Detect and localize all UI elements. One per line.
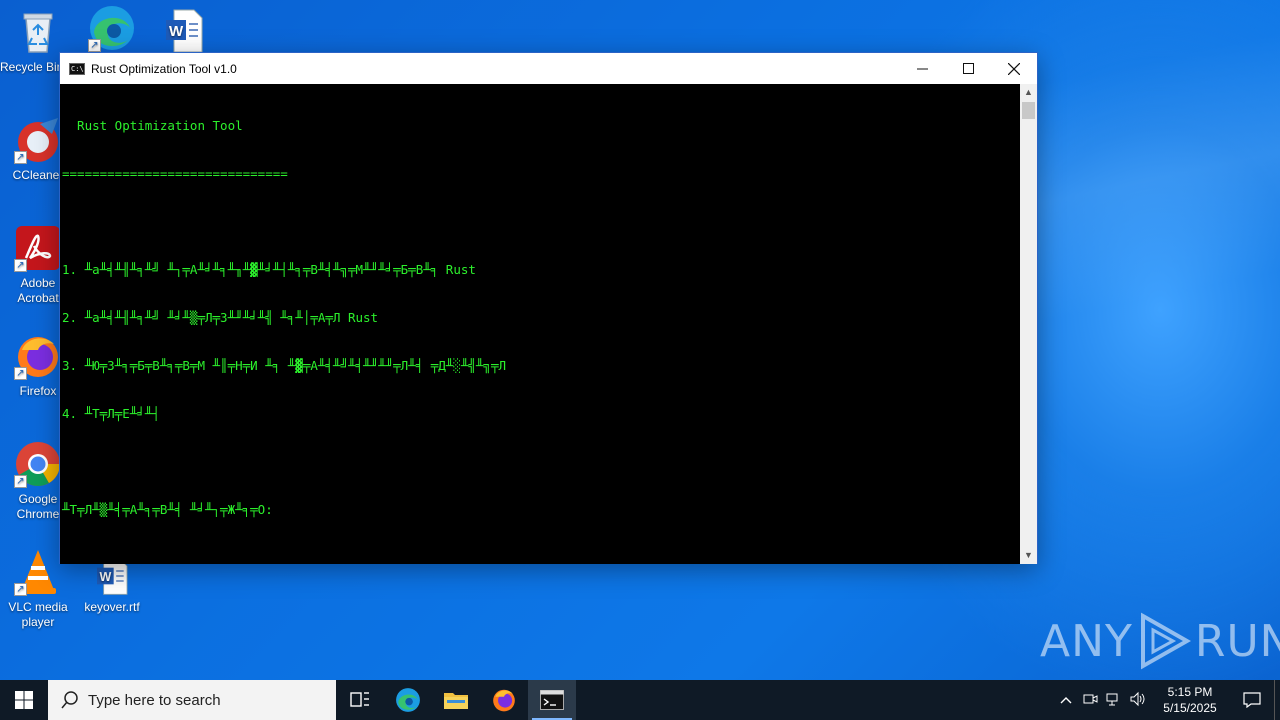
edge-icon xyxy=(396,688,420,712)
show-hidden-icons-chevron-icon[interactable] xyxy=(1054,693,1078,707)
system-tray: 5:15 PM 5/15/2025 xyxy=(1054,680,1280,720)
recycle-bin-icon xyxy=(14,8,62,56)
task-view-icon xyxy=(350,692,369,707)
windows-logo-icon xyxy=(15,691,33,709)
scroll-thumb[interactable] xyxy=(1022,102,1035,119)
taskbar-clock[interactable]: 5:15 PM 5/15/2025 xyxy=(1150,684,1230,716)
console-prompt: ╨Т╤Л╨▒╨╡╤А╨╕╤В╨╡ ╨╛╨┐╤Ж╨╕╤О: xyxy=(62,502,273,517)
desktop-icon-label: keyover.rtf xyxy=(84,600,140,614)
scroll-up-arrow-icon[interactable]: ▲ xyxy=(1020,84,1037,101)
window-title: Rust Optimization Tool v1.0 xyxy=(91,61,237,76)
window-titlebar[interactable]: C:\ Rust Optimization Tool v1.0 xyxy=(60,53,1037,84)
console-icon xyxy=(540,690,564,710)
watermark-play-icon xyxy=(1140,612,1191,670)
console-line: 1. ╨а╨╡╨╢╨╕╨╝ ╨┐╤А╨╛╨╕╨╖╨▓╨╛╨┤╨╕╤В╨╡╨╗╤М… xyxy=(62,262,476,277)
desktop-icon-label: Recycle Bin xyxy=(0,60,62,74)
shortcut-arrow-icon: ↗ xyxy=(14,367,27,380)
shortcut-arrow-icon: ↗ xyxy=(14,259,27,272)
watermark-left-text: ANY xyxy=(1040,615,1133,667)
maximize-button[interactable] xyxy=(945,53,991,84)
console-line: 4. ╨Т╤Л╤Е╨╛╨┤ xyxy=(62,406,160,421)
taskbar-console-button[interactable] xyxy=(528,680,576,720)
taskbar: Type here to search 5:15 PM 5/15/2025 xyxy=(0,680,1280,720)
shortcut-arrow-icon: ↗ xyxy=(14,475,27,488)
vlc-icon: ↗ xyxy=(14,548,62,596)
console-line: 2. ╨а╨╡╨╢╨╕╨╝ ╨╛╨▒╤Л╤З╨╜╨╛╨╣ ╨╕╨│╤А╤Л Ru… xyxy=(62,310,379,325)
show-desktop-button[interactable] xyxy=(1274,680,1280,720)
network-icon[interactable] xyxy=(1102,691,1126,710)
anyrun-watermark: ANY RUN xyxy=(1040,612,1280,670)
acrobat-icon: ↗ xyxy=(14,224,62,272)
search-icon xyxy=(61,691,78,709)
console-line: Rust Optimization Tool xyxy=(62,118,243,133)
scroll-down-arrow-icon[interactable]: ▼ xyxy=(1020,547,1037,564)
shortcut-arrow-icon: ↗ xyxy=(14,583,27,596)
clock-time: 5:15 PM xyxy=(1167,685,1213,699)
taskbar-edge-button[interactable] xyxy=(384,680,432,720)
console-window[interactable]: C:\ Rust Optimization Tool v1.0 Rust Opt… xyxy=(59,52,1038,564)
ccleaner-icon: ↗ xyxy=(14,116,62,164)
taskbar-search-box[interactable]: Type here to search xyxy=(48,680,336,720)
edge-icon: ↗ xyxy=(88,4,136,52)
minimize-icon xyxy=(916,68,928,70)
search-placeholder: Type here to search xyxy=(88,691,221,709)
chrome-icon: ↗ xyxy=(14,440,62,488)
desktop-icon-edge[interactable]: ↗ xyxy=(74,4,150,56)
desktop-icon-keyover[interactable]: W keyover.rtf xyxy=(74,556,150,615)
desktop-icon-label: VLC media player xyxy=(8,600,68,629)
shortcut-arrow-icon: ↗ xyxy=(88,39,101,52)
meet-now-icon[interactable] xyxy=(1078,691,1102,710)
desktop-icon-word-doc[interactable]: W xyxy=(146,6,222,58)
minimize-button[interactable] xyxy=(899,53,945,84)
start-button[interactable] xyxy=(0,680,48,720)
close-icon xyxy=(1008,62,1020,75)
svg-text:W: W xyxy=(169,23,184,40)
notification-center-button[interactable] xyxy=(1230,692,1274,708)
console-output[interactable]: Rust Optimization Tool =================… xyxy=(60,84,1021,564)
task-view-button[interactable] xyxy=(336,680,384,720)
console-scrollbar[interactable]: ▲ ▼ xyxy=(1020,84,1037,564)
watermark-right-text: RUN xyxy=(1194,615,1280,667)
firefox-icon xyxy=(493,689,515,712)
console-line: 3. ╨Ю╤З╨╕╤Б╤В╨╕╤В╤М ╨║╤Н╤И ╨╕ ╨▓╤А╨╡╨╝╨╡… xyxy=(62,358,507,373)
close-button[interactable] xyxy=(991,53,1037,84)
firefox-icon: ↗ xyxy=(14,332,62,380)
volume-icon[interactable] xyxy=(1126,691,1150,710)
console-line: ============================== xyxy=(62,166,288,181)
folder-icon xyxy=(444,693,468,709)
maximize-icon xyxy=(962,63,974,74)
taskbar-file-explorer-button[interactable] xyxy=(432,680,480,720)
notification-icon xyxy=(1243,692,1261,708)
taskbar-firefox-button[interactable] xyxy=(480,680,528,720)
word-document-icon: W xyxy=(160,6,208,54)
clock-date: 5/15/2025 xyxy=(1163,701,1217,715)
shortcut-arrow-icon: ↗ xyxy=(14,151,27,164)
console-app-icon: C:\ xyxy=(69,62,85,75)
svg-text:W: W xyxy=(100,570,112,584)
